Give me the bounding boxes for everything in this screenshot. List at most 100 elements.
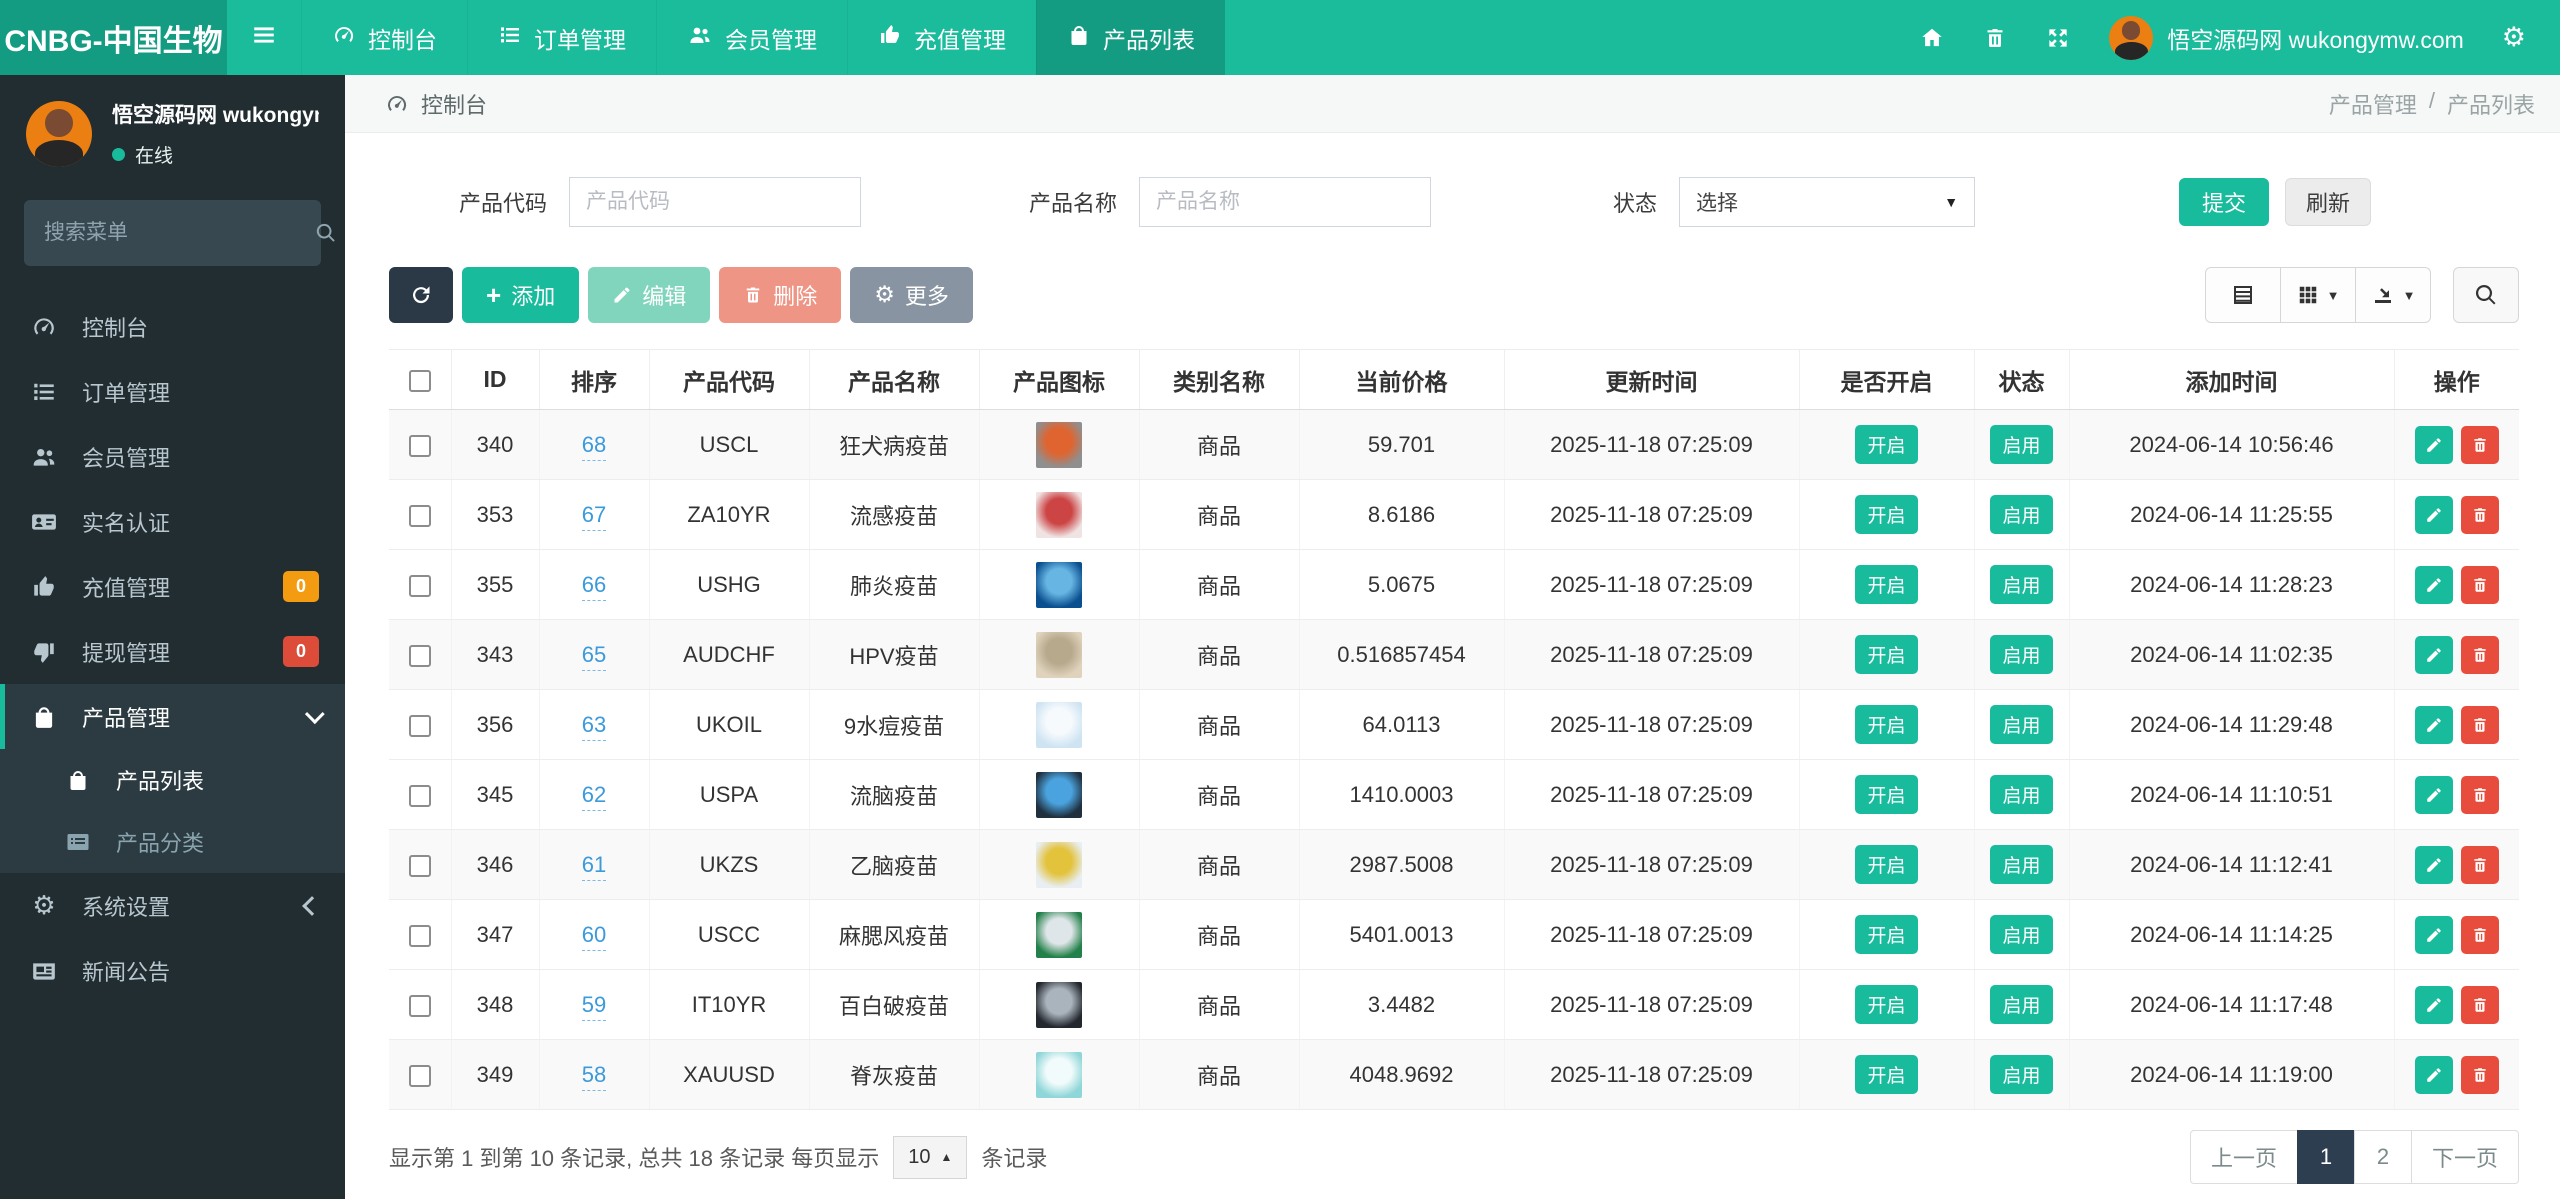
sidebar-item-product-category[interactable]: 产品分类 <box>0 811 345 873</box>
page-button-2[interactable]: 2 <box>2353 1130 2412 1184</box>
row-edit-button[interactable] <box>2414 635 2453 674</box>
next-page-button[interactable]: 下一页 <box>2410 1130 2519 1184</box>
sort-link[interactable]: 61 <box>581 851 607 881</box>
edit-button[interactable]: 编辑 <box>588 267 711 323</box>
row-delete-button[interactable] <box>2460 425 2499 464</box>
refresh-button[interactable]: 刷新 <box>2284 178 2371 226</box>
row-delete-button[interactable] <box>2460 705 2499 744</box>
row-delete-button[interactable] <box>2460 845 2499 884</box>
row-checkbox[interactable] <box>408 644 431 667</box>
submit-button[interactable]: 提交 <box>2178 178 2269 226</box>
row-edit-button[interactable] <box>2414 775 2453 814</box>
sort-link[interactable]: 59 <box>581 991 607 1021</box>
row-edit-button[interactable] <box>2414 565 2453 604</box>
trash-icon <box>2471 576 2489 594</box>
chevron-down-icon <box>304 703 325 724</box>
columns-button[interactable]: ▼ <box>2280 267 2356 323</box>
row-delete-button[interactable] <box>2460 985 2499 1024</box>
product-code-input[interactable] <box>569 177 862 227</box>
nav-item-recharge[interactable]: 充值管理 <box>847 0 1036 75</box>
sort-link[interactable]: 58 <box>581 1061 607 1091</box>
row-checkbox[interactable] <box>408 1064 431 1087</box>
row-delete-button[interactable] <box>2460 1055 2499 1094</box>
add-button[interactable]: + 添加 <box>462 267 580 323</box>
sort-link[interactable]: 63 <box>581 711 607 741</box>
row-edit-button[interactable] <box>2414 845 2453 884</box>
user-menu[interactable]: 悟空源码网 wukongymw.com <box>2109 15 2464 60</box>
sidebar-item-identity[interactable]: 实名认证 <box>0 489 345 554</box>
row-edit-button[interactable] <box>2414 915 2453 954</box>
row-checkbox[interactable] <box>408 504 431 527</box>
table-search-button[interactable] <box>2453 267 2519 323</box>
col-category: 类别名称 <box>1138 349 1299 410</box>
export-button[interactable]: ▼ <box>2355 267 2431 323</box>
sidebar-item-orders[interactable]: 订单管理 <box>0 359 345 424</box>
cell-updated: 2025-11-18 07:25:09 <box>1503 619 1799 690</box>
trash-icon[interactable] <box>1983 26 2007 50</box>
sidebar-item-product-list[interactable]: 产品列表 <box>0 749 345 811</box>
nav-item-label: 会员管理 <box>725 26 817 53</box>
breadcrumb-item[interactable]: 产品管理 <box>2329 88 2417 120</box>
product-image <box>1036 1051 1082 1098</box>
row-delete-button[interactable] <box>2460 495 2499 534</box>
row-edit-button[interactable] <box>2414 495 2453 534</box>
home-icon[interactable] <box>1919 25 1945 51</box>
row-delete-button[interactable] <box>2460 915 2499 954</box>
sidebar-item-product-mgmt[interactable]: 产品管理 <box>0 684 345 749</box>
sort-link[interactable]: 62 <box>581 781 607 811</box>
row-delete-button[interactable] <box>2460 775 2499 814</box>
nav-item-product-list[interactable]: 产品列表 <box>1036 0 1225 75</box>
sidebar-item-recharge[interactable]: 充值管理 0 <box>0 554 345 619</box>
caret-down-icon: ▼ <box>2326 287 2340 303</box>
product-name-input[interactable] <box>1139 177 1432 227</box>
status-select[interactable]: 选择 ▼ <box>1679 177 1976 227</box>
sort-link[interactable]: 66 <box>581 571 607 601</box>
more-button[interactable]: ⚙ 更多 <box>850 267 973 323</box>
sidebar-toggle-button[interactable] <box>227 0 301 75</box>
search-icon[interactable] <box>315 222 337 244</box>
sidebar-item-settings[interactable]: ⚙ 系统设置 <box>0 873 345 938</box>
row-delete-button[interactable] <box>2460 635 2499 674</box>
sort-link[interactable]: 65 <box>581 641 607 671</box>
table-footer: 显示第 1 到第 10 条记录, 总共 18 条记录 每页显示 10 ▲ 条记录… <box>389 1130 2519 1184</box>
row-checkbox[interactable] <box>408 714 431 737</box>
row-edit-button[interactable] <box>2414 705 2453 744</box>
page-button-1[interactable]: 1 <box>2296 1130 2355 1184</box>
row-edit-button[interactable] <box>2414 985 2453 1024</box>
sidebar-search-input[interactable] <box>44 221 315 245</box>
row-checkbox[interactable] <box>408 924 431 947</box>
row-checkbox[interactable] <box>408 434 431 457</box>
delete-button[interactable]: 删除 <box>719 267 842 323</box>
nav-item-members[interactable]: 会员管理 <box>656 0 847 75</box>
gauge-icon <box>26 314 62 340</box>
sidebar-item-news[interactable]: 新闻公告 <box>0 938 345 1003</box>
sidebar-item-dashboard[interactable]: 控制台 <box>0 294 345 359</box>
sort-link[interactable]: 68 <box>581 431 607 461</box>
row-checkbox[interactable] <box>408 574 431 597</box>
nav-item-dashboard[interactable]: 控制台 <box>301 0 467 75</box>
row-checkbox[interactable] <box>408 854 431 877</box>
cell-updated: 2025-11-18 07:25:09 <box>1503 689 1799 760</box>
sort-link[interactable]: 60 <box>581 921 607 951</box>
reload-button[interactable] <box>389 267 453 323</box>
cell-category: 商品 <box>1138 409 1299 480</box>
sidebar-item-members[interactable]: 会员管理 <box>0 424 345 489</box>
select-all-checkbox[interactable] <box>408 369 431 392</box>
gears-icon[interactable]: ⚙ <box>2502 22 2526 53</box>
cell-name: 流感疫苗 <box>808 479 979 550</box>
cell-status: 启用 <box>1973 759 2069 830</box>
row-checkbox[interactable] <box>408 784 431 807</box>
sidebar-item-withdraw[interactable]: 提现管理 0 <box>0 619 345 684</box>
row-delete-button[interactable] <box>2460 565 2499 604</box>
row-edit-button[interactable] <box>2414 425 2453 464</box>
toggle-view-button[interactable] <box>2205 267 2281 323</box>
nav-item-orders[interactable]: 订单管理 <box>467 0 656 75</box>
status-badge: 启用 <box>1990 1055 2053 1094</box>
prev-page-button[interactable]: 上一页 <box>2189 1130 2298 1184</box>
expand-icon[interactable] <box>2045 25 2071 51</box>
row-checkbox[interactable] <box>408 994 431 1017</box>
page-size-select[interactable]: 10 ▲ <box>893 1135 968 1179</box>
user-name: 悟空源码网 wukongymw.com <box>2167 26 2464 53</box>
row-edit-button[interactable] <box>2414 1055 2453 1094</box>
sort-link[interactable]: 67 <box>581 501 607 531</box>
